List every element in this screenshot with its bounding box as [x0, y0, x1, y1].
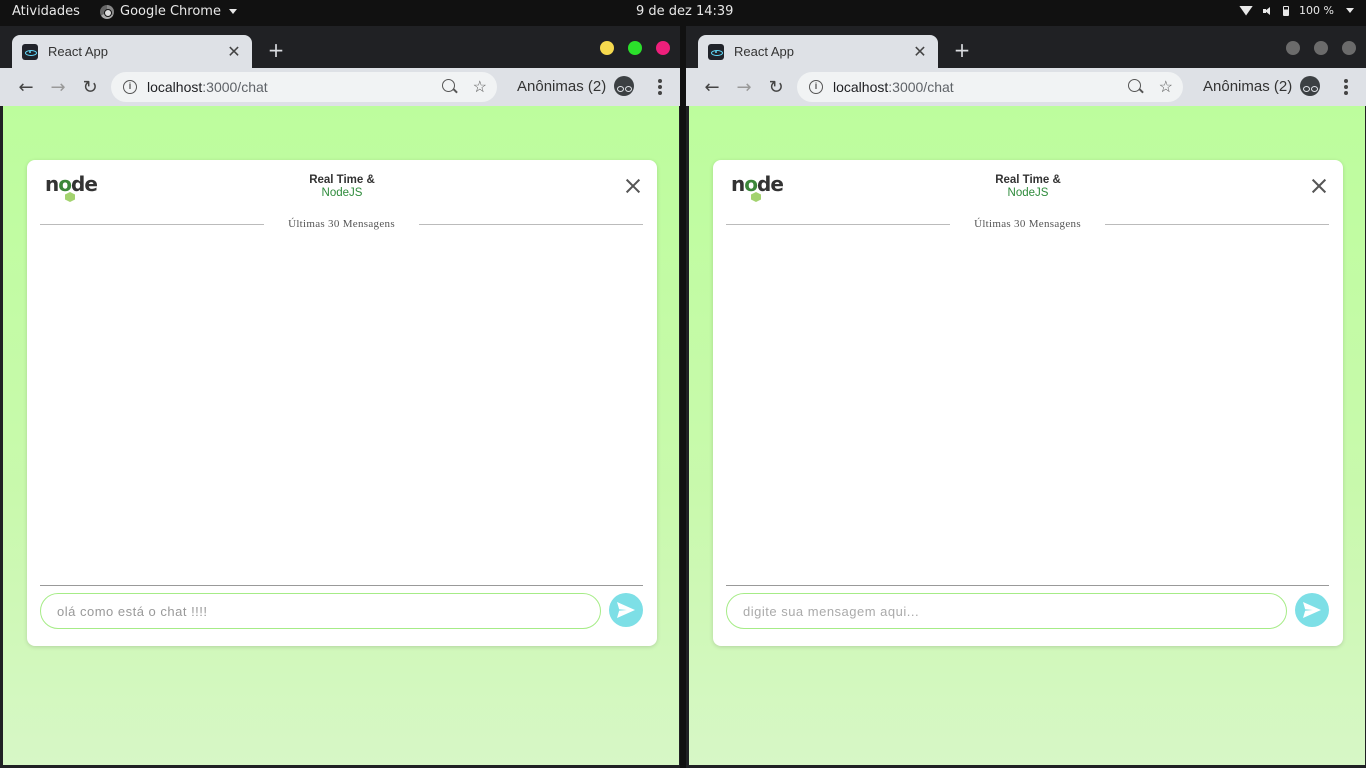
- forward-arrow-icon[interactable]: →: [734, 77, 754, 98]
- chat-title-line2: NodeJS: [321, 187, 363, 199]
- incognito-indicator[interactable]: Anônimas (2): [517, 76, 635, 96]
- url-host: localhost: [833, 79, 889, 95]
- close-window-button[interactable]: [1342, 41, 1356, 55]
- message-list: [40, 240, 643, 584]
- chat-title: Real Time & NodeJS: [27, 174, 657, 200]
- chrome-icon: [100, 4, 114, 19]
- zoom-icon[interactable]: [442, 79, 455, 92]
- input-separator: [40, 585, 643, 586]
- tab-close-icon[interactable]: ✕: [912, 42, 928, 62]
- chat-title-line2: NodeJS: [1007, 187, 1049, 199]
- browser-toolbar: ← → ↻ i localhost:3000/chat ☆ Anônimas (…: [686, 68, 1366, 106]
- reload-icon[interactable]: ↻: [80, 77, 100, 98]
- messages-divider: Últimas 30 Mensagens: [40, 218, 643, 232]
- url-path: :3000/chat: [888, 79, 954, 95]
- maximize-button[interactable]: [1314, 41, 1328, 55]
- page-viewport: node Real Time & NodeJS Últimas 30 Mensa…: [3, 106, 679, 765]
- tab-title: React App: [734, 44, 794, 59]
- page-viewport: node Real Time & NodeJS Últimas 30 Mensa…: [689, 106, 1365, 765]
- tab-react-app[interactable]: React App ✕: [12, 35, 252, 68]
- battery-icon: [1283, 5, 1290, 16]
- tab-close-icon[interactable]: ✕: [226, 42, 242, 62]
- divider-line: [419, 224, 643, 225]
- url-path: :3000/chat: [202, 79, 268, 95]
- forward-arrow-icon[interactable]: →: [48, 77, 68, 98]
- tab-react-app[interactable]: React App ✕: [698, 35, 938, 68]
- star-icon[interactable]: ☆: [1159, 77, 1173, 97]
- window-controls: [1286, 41, 1356, 55]
- chat-title: Real Time & NodeJS: [713, 174, 1343, 200]
- incognito-icon: [614, 76, 635, 96]
- more-vert-icon[interactable]: [1344, 79, 1348, 95]
- message-list: [726, 240, 1329, 584]
- tab-strip: React App ✕ +: [0, 26, 680, 68]
- tab-title: React App: [48, 44, 108, 59]
- new-tab-button[interactable]: +: [952, 40, 972, 60]
- more-vert-icon[interactable]: [658, 79, 662, 95]
- zoom-icon[interactable]: [1128, 79, 1141, 92]
- back-arrow-icon[interactable]: ←: [702, 77, 722, 98]
- minimize-button[interactable]: [600, 41, 614, 55]
- url-host: localhost: [147, 79, 203, 95]
- back-arrow-icon[interactable]: ←: [16, 77, 36, 98]
- incognito-label: Anônimas (2): [517, 77, 607, 95]
- chat-title-line1: Real Time &: [309, 174, 375, 186]
- reload-icon[interactable]: ↻: [766, 77, 786, 98]
- tab-strip: React App ✕ +: [686, 26, 1366, 68]
- app-menu[interactable]: Google Chrome: [100, 4, 237, 19]
- send-button[interactable]: [609, 593, 643, 627]
- activities-button[interactable]: Atividades: [12, 4, 80, 19]
- input-separator: [726, 585, 1329, 586]
- send-button[interactable]: [1295, 593, 1329, 627]
- info-icon[interactable]: i: [123, 80, 137, 94]
- window-controls: [600, 41, 670, 55]
- browser-window-left: React App ✕ + ← → ↻ i localhost:3000/cha…: [0, 26, 680, 768]
- maximize-button[interactable]: [628, 41, 642, 55]
- messages-divider: Últimas 30 Mensagens: [726, 218, 1329, 232]
- wifi-icon: [1239, 5, 1254, 16]
- minimize-button[interactable]: [1286, 41, 1300, 55]
- incognito-label: Anônimas (2): [1203, 77, 1293, 95]
- react-favicon-icon: [22, 43, 38, 60]
- caret-down-icon: [1346, 8, 1354, 13]
- close-icon[interactable]: [1311, 178, 1327, 194]
- app-menu-label: Google Chrome: [120, 4, 221, 19]
- chat-title-line1: Real Time &: [995, 174, 1061, 186]
- close-icon[interactable]: [625, 178, 641, 194]
- message-input[interactable]: [726, 593, 1287, 629]
- browser-toolbar: ← → ↻ i localhost:3000/chat ☆ Anônimas (…: [0, 68, 680, 106]
- address-bar[interactable]: i localhost:3000/chat ☆: [111, 72, 497, 102]
- star-icon[interactable]: ☆: [473, 77, 487, 97]
- chat-card: node Real Time & NodeJS Últimas 30 Mensa…: [713, 160, 1343, 646]
- system-status-menu[interactable]: 100 %: [1239, 4, 1354, 17]
- browser-window-right: React App ✕ + ← → ↻ i localhost:3000/cha…: [686, 26, 1366, 768]
- message-input[interactable]: [40, 593, 601, 629]
- volume-icon: [1263, 6, 1273, 16]
- incognito-indicator[interactable]: Anônimas (2): [1203, 76, 1321, 96]
- divider-line: [1105, 224, 1329, 225]
- info-icon[interactable]: i: [809, 80, 823, 94]
- caret-down-icon: [228, 9, 237, 14]
- new-tab-button[interactable]: +: [266, 40, 286, 60]
- incognito-icon: [1300, 76, 1321, 96]
- chat-card: node Real Time & NodeJS Últimas 30 Mensa…: [27, 160, 657, 646]
- close-window-button[interactable]: [656, 41, 670, 55]
- system-top-bar: Atividades Google Chrome 9 de dez 14:39 …: [0, 0, 1366, 25]
- address-bar[interactable]: i localhost:3000/chat ☆: [797, 72, 1183, 102]
- send-icon: [1303, 602, 1321, 618]
- battery-percentage: 100 %: [1299, 4, 1334, 17]
- send-icon: [617, 602, 635, 618]
- clock[interactable]: 9 de dez 14:39: [636, 4, 733, 19]
- react-favicon-icon: [708, 43, 724, 60]
